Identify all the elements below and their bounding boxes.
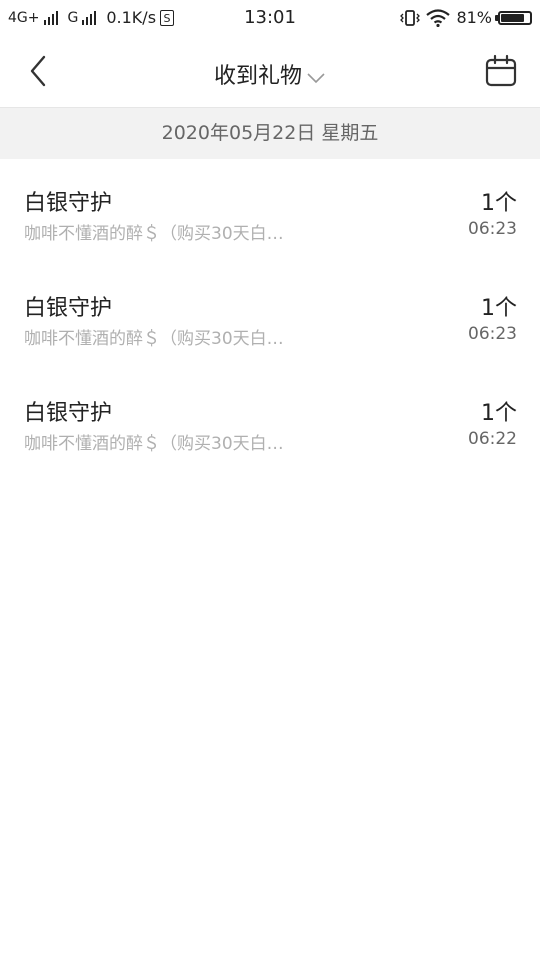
calendar-button[interactable]	[484, 54, 518, 88]
wifi-icon	[426, 8, 451, 27]
gift-list-item[interactable]: 白银守护 咖啡不懂酒的醉＄（购买30天白… 1个 06:22	[0, 369, 540, 474]
gift-detail: 咖啡不懂酒的醉＄（购买30天白…	[24, 329, 284, 349]
gift-name: 白银守护	[24, 191, 113, 216]
gift-time: 06:22	[468, 429, 517, 449]
top-navigation-bar: 收到礼物	[0, 36, 540, 108]
gift-quantity: 1个	[481, 191, 517, 216]
battery-icon	[495, 10, 532, 25]
gift-list: 白银守护 咖啡不懂酒的醉＄（购买30天白… 1个 06:23 白银守护 咖啡不懂…	[0, 159, 540, 474]
gift-list-item[interactable]: 白银守护 咖啡不懂酒的醉＄（购买30天白… 1个 06:23	[0, 159, 540, 264]
gift-quantity: 1个	[481, 401, 517, 426]
battery-percent: 81%	[456, 8, 492, 27]
gift-time: 06:23	[468, 219, 517, 239]
gift-list-item[interactable]: 白银守护 咖啡不懂酒的醉＄（购买30天白… 1个 06:23	[0, 264, 540, 369]
gift-name: 白银守护	[24, 296, 113, 321]
gift-time: 06:23	[468, 324, 517, 344]
calendar-icon	[485, 54, 517, 87]
gift-type-dropdown[interactable]: 收到礼物	[0, 58, 540, 90]
gift-quantity: 1个	[481, 296, 517, 321]
gift-detail: 咖啡不懂酒的醉＄（购买30天白…	[24, 434, 284, 454]
battery-level-fill	[501, 13, 524, 22]
gift-name: 白银守护	[24, 401, 113, 426]
chevron-down-icon	[306, 65, 326, 90]
page-title: 收到礼物	[213, 64, 302, 89]
vibrate-icon	[400, 9, 421, 26]
status-bar-right: 81%	[400, 8, 532, 27]
status-bar: 4G+ G 0.1K/s S 13:01 81%	[0, 0, 540, 36]
date-section-header: 2020年05月22日 星期五	[0, 108, 540, 159]
gift-detail: 咖啡不懂酒的醉＄（购买30天白…	[24, 224, 284, 244]
